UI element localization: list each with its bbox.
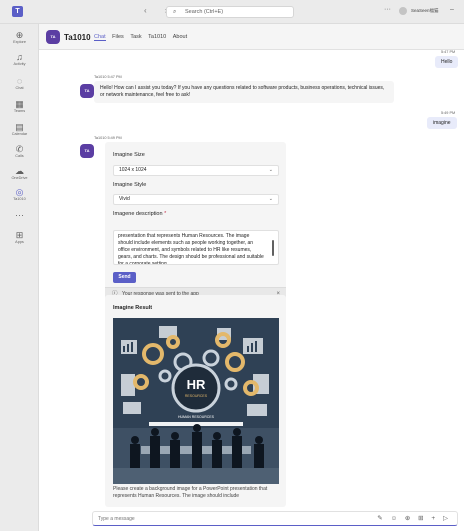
tab-ta1010[interactable]: Ta1010 xyxy=(148,34,166,40)
result-description: Please create a background image for a P… xyxy=(113,486,268,499)
image-caption-small: HUMAN RESOURCES xyxy=(178,415,215,419)
rail-item-chat[interactable]: ◌ Chat xyxy=(0,76,39,96)
hr-illustration: HR RESOURCES HUMAN RESOURCES xyxy=(113,318,279,484)
compose-box: ✎ ☺ ⊕ ⊞ + ▷ xyxy=(92,511,458,526)
bot-avatar: TA xyxy=(80,144,94,158)
app-rail: ⊕ Explore ♫ Activity ◌ Chat ▦ Teams ▤ Ca… xyxy=(0,24,39,531)
user-name[interactable]: SeaSeen福猫 xyxy=(411,8,439,14)
tab-task[interactable]: Task xyxy=(130,34,141,40)
required-marker: * xyxy=(164,211,167,217)
rail-item-calls[interactable]: ✆ Calls xyxy=(0,144,39,164)
bot-avatar: TA xyxy=(46,30,60,44)
description-text: presentation that represents Human Resou… xyxy=(118,233,264,265)
rail-item-apps[interactable]: ⊞ Apps xyxy=(0,230,39,250)
rail-item-calendar[interactable]: ▤ Calendar xyxy=(0,122,39,142)
rail-label: Apps xyxy=(15,240,24,244)
size-label: Imagine Size xyxy=(113,152,145,158)
rail-label: Teams xyxy=(13,109,26,113)
phone-icon: ✆ xyxy=(15,144,24,154)
rail-item-teams[interactable]: ▦ Teams xyxy=(0,99,39,119)
message-input[interactable] xyxy=(98,512,358,525)
imagine-result-card: Imagine Result HR RESOURCES HUMAN RESOUR… xyxy=(105,295,286,507)
rail-label: Calls xyxy=(15,154,24,158)
send-button[interactable]: Send xyxy=(113,272,136,283)
search-icon: ⌕ xyxy=(173,9,177,15)
bot-avatar: TA xyxy=(80,84,94,98)
apps-icon: ⊞ xyxy=(15,230,24,240)
teams-logo-icon: T xyxy=(12,6,23,17)
window-controls[interactable]: – xyxy=(450,6,454,13)
search-input[interactable]: ⌕ Search (Ctrl+E) xyxy=(166,6,294,18)
chat-area: 5:47 PM Hello Ta1010 5:47 PM TA Hello! H… xyxy=(39,50,464,507)
style-select[interactable]: Vivid ⌄ xyxy=(113,194,279,205)
rail-label: Explore xyxy=(13,40,26,44)
textarea-scrollbar[interactable] xyxy=(272,240,274,256)
description-label-text: Imagene description xyxy=(113,211,163,217)
chat-header: TA Ta1010 Chat Files Task Ta1010 About xyxy=(39,24,464,50)
chat-icon: ◌ xyxy=(16,76,23,86)
message-meta: Ta1010 5:47 PM xyxy=(94,75,122,79)
user-message: imagine xyxy=(427,117,457,129)
description-textarea[interactable]: presentation that represents Human Resou… xyxy=(113,230,279,265)
description-label: Imagene description * xyxy=(113,211,166,217)
search-placeholder: Search (Ctrl+E) xyxy=(185,9,224,15)
bot-message: Hello! How can I assist you today? If yo… xyxy=(94,81,394,103)
user-avatar[interactable] xyxy=(399,7,407,15)
result-title: Imagine Result xyxy=(113,305,153,311)
more-options-button[interactable]: ··· xyxy=(384,6,391,13)
rail-item-explore[interactable]: ⊕ Explore xyxy=(0,30,39,50)
rail-item-activity[interactable]: ♫ Activity xyxy=(0,52,39,72)
rail-item-ta1010[interactable]: ◎ Ta1010 xyxy=(0,187,39,207)
explore-icon: ⊕ xyxy=(15,30,24,40)
rail-item-onedrive[interactable]: ☁ OneDrive xyxy=(0,166,39,186)
message-time: 5:47 PM xyxy=(441,50,456,54)
title-bar: T ‹ › ⌕ Search (Ctrl+E) ··· SeaSeen福猫 – xyxy=(0,0,464,24)
tab-strip: Chat Files Task Ta1010 About xyxy=(94,34,192,41)
rail-label: Chat xyxy=(15,86,24,90)
rail-label: Ta1010 xyxy=(13,197,26,201)
generated-hr-image[interactable]: HR RESOURCES HUMAN RESOURCES xyxy=(113,318,279,484)
chevron-down-icon: ⌄ xyxy=(268,167,273,173)
image-caption-main: HR xyxy=(187,377,206,392)
size-select[interactable]: 1024 x 1024 ⌄ xyxy=(113,165,279,176)
size-value: 1024 x 1024 xyxy=(119,167,147,173)
rail-label: Activity xyxy=(13,62,26,66)
style-label: Imagine Style xyxy=(113,182,147,188)
app-name: Ta1010 xyxy=(64,33,91,42)
teams-icon: ▦ xyxy=(15,99,24,109)
more-icon: ··· xyxy=(15,210,24,220)
rail-label: OneDrive xyxy=(11,176,28,180)
calendar-icon: ▤ xyxy=(15,122,24,132)
tab-chat[interactable]: Chat xyxy=(94,34,106,41)
bot-app-icon: ◎ xyxy=(15,187,24,197)
imagine-form-card: Imagine Size 1024 x 1024 ⌄ Imagine Style… xyxy=(105,142,286,300)
rail-item-more[interactable]: ··· xyxy=(0,210,39,230)
message-time: 5:49 PM xyxy=(441,111,456,115)
style-value: Vivid xyxy=(119,196,130,202)
image-caption-sub: RESOURCES xyxy=(185,394,208,398)
bell-icon: ♫ xyxy=(16,52,23,62)
compose-toolbar-icons[interactable]: ✎ ☺ ⊕ ⊞ + ▷ xyxy=(377,514,451,522)
tab-files[interactable]: Files xyxy=(112,34,124,40)
message-meta: Ta1010 5:49 PM xyxy=(94,136,122,140)
chevron-down-icon: ⌄ xyxy=(268,196,273,202)
tab-about[interactable]: About xyxy=(173,34,187,40)
cloud-icon: ☁ xyxy=(15,166,24,176)
user-message: Hello xyxy=(435,56,459,68)
rail-label: Calendar xyxy=(11,132,28,136)
